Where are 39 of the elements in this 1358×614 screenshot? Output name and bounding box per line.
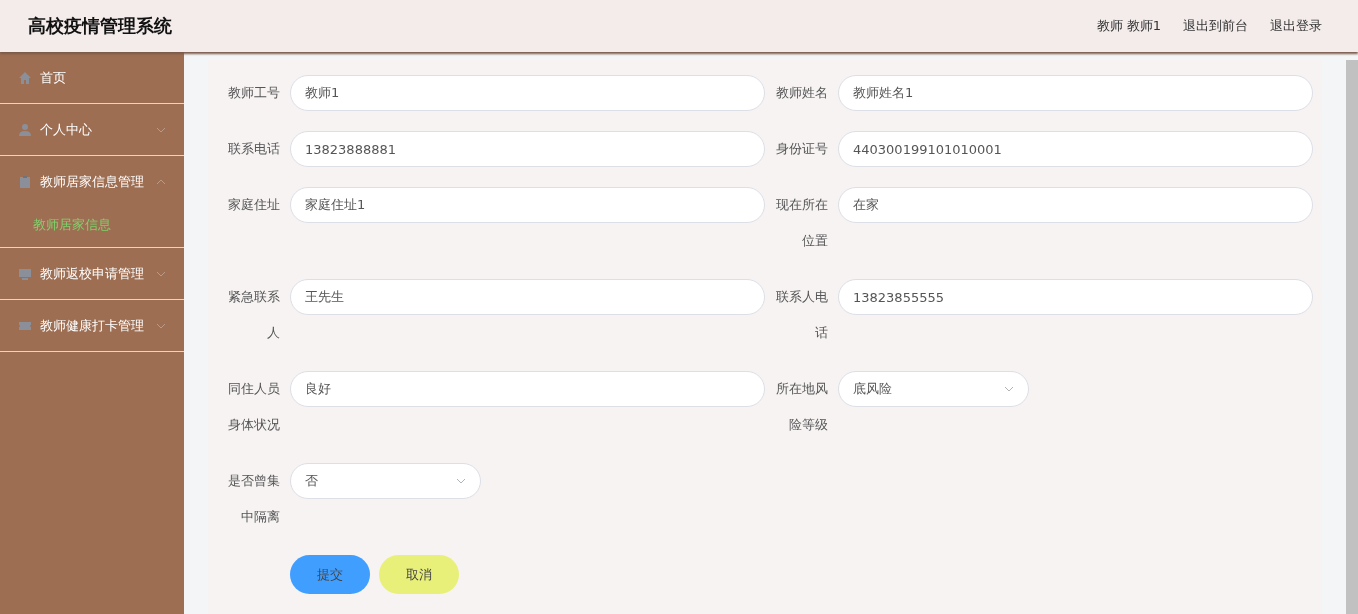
sidebar-item[interactable]: 个人中心 <box>0 104 184 155</box>
cancel-button[interactable]: 取消 <box>379 555 459 594</box>
input-field[interactable]: 13823855555 <box>838 279 1313 315</box>
field-label: 所在地风险等级 <box>776 380 828 434</box>
chevron-icon <box>1004 386 1014 392</box>
scrollbar[interactable] <box>1346 60 1358 614</box>
sidebar-item[interactable]: 教师返校申请管理 <box>0 248 184 299</box>
select-field[interactable]: 否 <box>290 463 481 499</box>
field-label: 联系电话 <box>228 140 280 158</box>
select-field[interactable]: 底风险 <box>838 371 1029 407</box>
field-label: 紧急联系人 <box>228 288 280 342</box>
input-field[interactable]: 良好 <box>290 371 765 407</box>
field-label: 身份证号 <box>776 140 828 158</box>
field-label: 家庭住址 <box>228 196 280 214</box>
field-label: 联系人电话 <box>776 288 828 342</box>
monitor-icon <box>18 266 32 281</box>
app-title: 高校疫情管理系统 <box>28 14 172 38</box>
clipboard-icon <box>18 174 32 189</box>
field-label: 现在所在位置 <box>776 196 828 250</box>
input-field[interactable]: 在家 <box>838 187 1313 223</box>
input-field[interactable]: 13823888881 <box>290 131 765 167</box>
submit-button[interactable]: 提交 <box>290 555 370 594</box>
field-label: 教师工号 <box>228 84 280 102</box>
field-label: 教师姓名 <box>776 84 828 102</box>
input-field[interactable]: 教师1 <box>290 75 765 111</box>
input-field[interactable]: 440300199101010001 <box>838 131 1313 167</box>
user-name: 教师 教师1 <box>1096 17 1161 35</box>
chevron-icon <box>456 478 466 484</box>
header-link[interactable]: 退出登录 <box>1270 17 1322 35</box>
sidebar-item[interactable]: 教师健康打卡管理 <box>0 300 184 351</box>
input-field[interactable]: 家庭住址1 <box>290 187 765 223</box>
field-label: 同住人员身体状况 <box>228 380 280 434</box>
input-field[interactable]: 王先生 <box>290 279 765 315</box>
person-icon <box>18 122 32 137</box>
sidebar-item[interactable]: 首页 <box>0 52 184 103</box>
home-icon <box>18 70 32 85</box>
header-link[interactable]: 退出到前台 <box>1183 17 1248 35</box>
input-field[interactable]: 教师姓名1 <box>838 75 1313 111</box>
field-label: 是否曾集中隔离 <box>228 472 280 526</box>
